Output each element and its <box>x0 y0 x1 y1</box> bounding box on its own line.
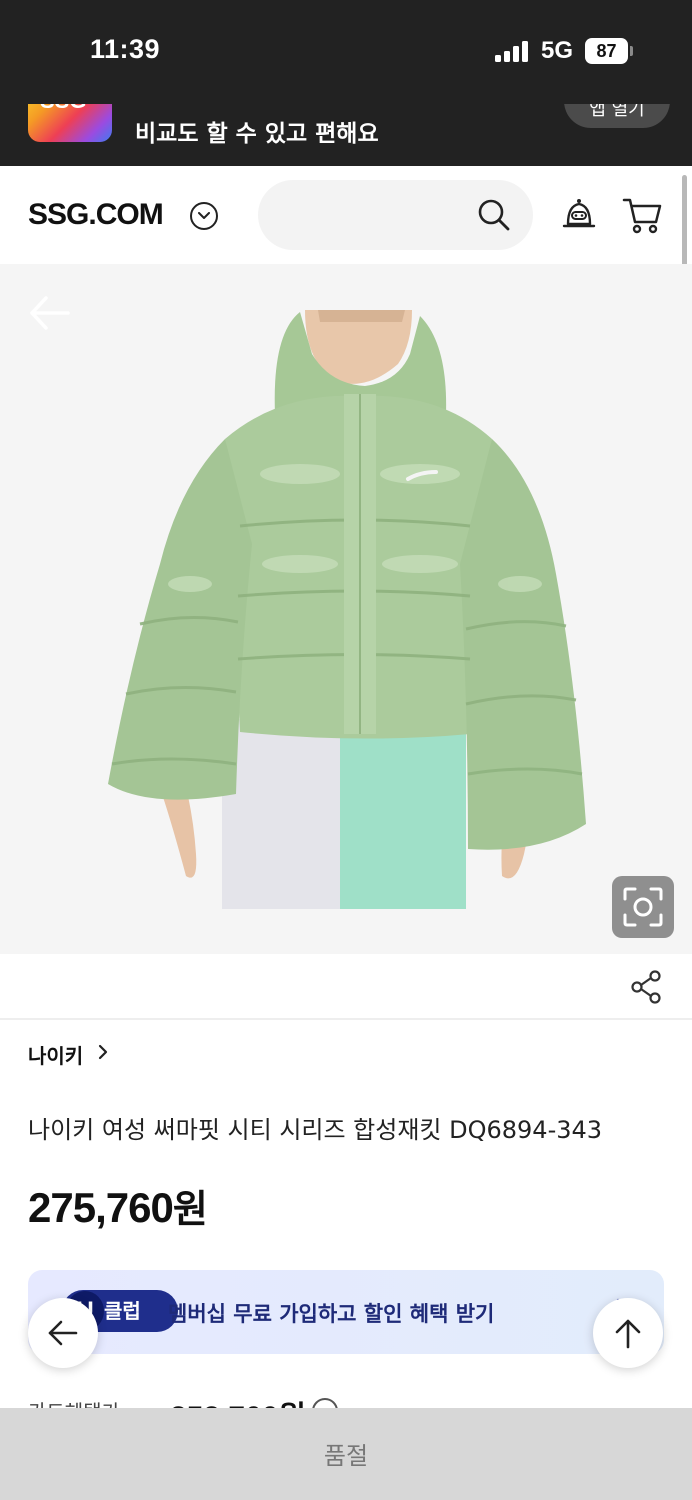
image-search-button[interactable] <box>612 876 674 938</box>
floating-back-button[interactable] <box>28 1298 98 1368</box>
arrow-up-icon <box>615 1319 641 1349</box>
product-title: 나이키 여성 써마핏 시티 시리즈 합성재킷 DQ6894-343 <box>28 1116 603 1144</box>
app-promo-banner[interactable]: SSG 비교도 할 수 있고 편해요 앱 열기 <box>0 104 692 166</box>
promo-text: 비교도 할 수 있고 편해요 <box>135 121 379 147</box>
camera-scan-icon <box>623 887 663 927</box>
sold-out-bar: 품절 <box>0 1408 692 1500</box>
signal-icon <box>495 40 531 62</box>
chevron-down-icon[interactable] <box>190 202 218 230</box>
battery-icon: 87 <box>585 38 628 64</box>
sold-out-label: 품절 <box>323 1442 369 1470</box>
uclub-badge-label: 클럽 <box>104 1299 141 1323</box>
arrow-left-icon <box>48 1320 78 1346</box>
search-input[interactable] <box>258 180 533 250</box>
jacket-illustration <box>108 310 586 909</box>
network-label: 5G <box>541 37 574 64</box>
back-arrow-icon[interactable] <box>28 294 70 332</box>
cart-icon[interactable] <box>622 196 664 236</box>
chevron-right-icon[interactable] <box>96 1043 110 1061</box>
membership-banner[interactable]: U 클럽 멤버십 무료 가입하고 할인 혜택 받기 <box>28 1270 664 1354</box>
share-icon[interactable] <box>630 970 662 1004</box>
membership-text: 멤버십 무료 가입하고 할인 혜택 받기 <box>168 1302 495 1326</box>
site-header: SSG.COM <box>0 166 692 264</box>
status-bar: 11:39 5G 87 <box>0 0 692 104</box>
ssg-app-logo-text: SSG <box>40 104 86 114</box>
notification-bot-icon[interactable] <box>560 196 598 234</box>
scroll-to-top-button[interactable] <box>593 1298 663 1368</box>
status-time: 11:39 <box>90 34 161 64</box>
price-value: 275,760 <box>28 1184 174 1231</box>
open-app-button[interactable]: 앱 열기 <box>564 104 670 128</box>
share-row <box>0 954 692 1020</box>
search-icon[interactable] <box>477 198 511 232</box>
price-unit: 원 <box>172 1187 208 1231</box>
battery-tip <box>630 46 633 56</box>
brand-link[interactable]: 나이키 <box>28 1040 83 1069</box>
site-logo[interactable]: SSG.COM <box>28 198 164 232</box>
product-image[interactable] <box>0 264 692 954</box>
product-price: 275,760원 <box>28 1178 208 1233</box>
